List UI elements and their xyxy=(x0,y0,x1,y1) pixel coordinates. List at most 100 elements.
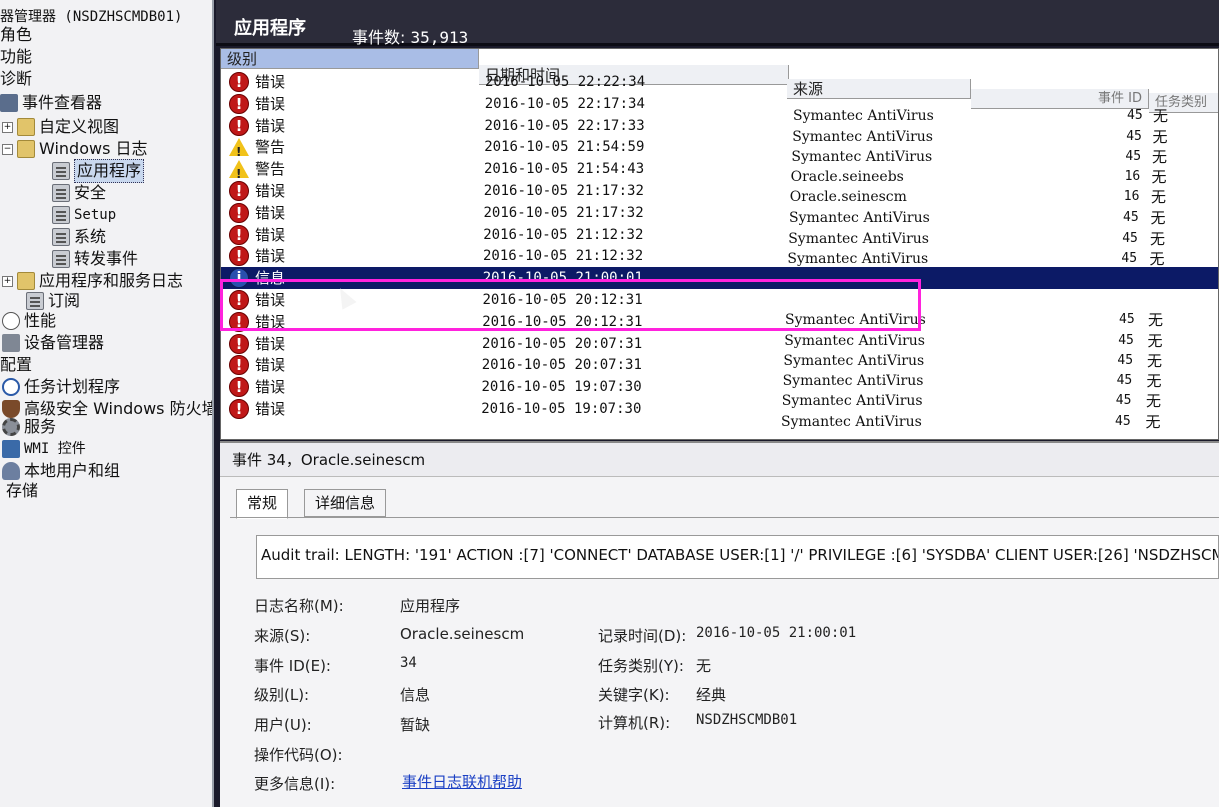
warning-icon xyxy=(229,160,249,185)
detail-title: 事件 34，Oracle.seinescm xyxy=(220,443,1219,477)
column-header-level[interactable]: 级别 xyxy=(221,49,479,69)
event-level-text: 警告 xyxy=(255,138,286,156)
tree-item-diagnostics[interactable]: 诊断 xyxy=(0,68,32,90)
log-name-label: 日志名称(M): xyxy=(254,597,344,615)
tree-item-device-manager[interactable]: 设备管理器 xyxy=(2,332,104,354)
event-row[interactable]: 错误2016-10-05 20:12:31Symantec AntiVirus4… xyxy=(221,311,1218,350)
tree-item-subscriptions[interactable]: 订阅 xyxy=(26,290,80,312)
log-icon xyxy=(52,206,70,224)
event-count-value: 35,913 xyxy=(410,28,469,47)
event-count: 事件数: 35,913 xyxy=(352,24,468,48)
error-icon xyxy=(229,311,249,333)
tree-item-features[interactable]: 功能 xyxy=(0,46,32,68)
tab-divider xyxy=(230,517,1219,518)
tab-details[interactable]: 详细信息 xyxy=(304,489,387,517)
level-value: 信息 xyxy=(400,686,431,704)
event-datetime: 2016-10-05 20:12:31 xyxy=(482,314,643,330)
tree-item-wmi-control[interactable]: WMI 控件 xyxy=(2,438,86,460)
error-icon xyxy=(229,333,249,355)
event-row[interactable]: 警告2016-10-05 21:54:43Oracle.seinescm16无 xyxy=(221,158,1218,206)
event-level-text: 信息 xyxy=(255,269,286,287)
event-level-text: 错误 xyxy=(255,117,286,135)
error-icon xyxy=(229,224,249,246)
tree-item-event-viewer[interactable]: 事件查看器 xyxy=(0,92,102,114)
folder-icon xyxy=(17,118,35,136)
level-label: 级别(L): xyxy=(254,686,310,704)
tab-general[interactable]: 常规 xyxy=(236,489,289,519)
error-icon xyxy=(229,398,249,420)
tree-item-storage[interactable]: 存储 xyxy=(6,480,38,502)
event-log-help-link[interactable]: 事件日志联机帮助 xyxy=(402,771,522,792)
log-icon xyxy=(52,250,70,268)
event-source: Symantec AntiVirus xyxy=(781,414,922,430)
logged-value: 2016-10-05 21:00:01 xyxy=(696,625,857,641)
tree-item-label: 设备管理器 xyxy=(24,333,105,352)
expand-icon[interactable]: + xyxy=(2,121,13,133)
event-datetime: 2016-10-05 19:07:30 xyxy=(481,379,642,395)
event-level-cell: 错误 xyxy=(229,333,285,355)
event-datetime: 2016-10-05 22:17:33 xyxy=(484,118,645,134)
tree-item-local-users[interactable]: 本地用户和组 xyxy=(2,460,120,482)
expand-icon[interactable]: + xyxy=(2,275,13,287)
tree-item-custom-views[interactable]: + 自定义视图 xyxy=(2,116,119,138)
tree-item-label: 配置 xyxy=(0,355,33,374)
warning-icon xyxy=(229,138,249,163)
error-icon xyxy=(229,180,249,202)
event-level-cell: 错误 xyxy=(229,376,285,398)
event-datetime: 2016-10-05 21:12:32 xyxy=(483,227,644,243)
event-row[interactable]: 错误2016-10-05 22:22:34Symantec AntiVirus4… xyxy=(221,71,1218,125)
tree-item-windows-logs[interactable]: − Windows 日志 xyxy=(2,138,148,160)
tree-item-services[interactable]: 服务 xyxy=(2,416,56,438)
event-row[interactable]: 错误2016-10-05 21:12:32Symantec AntiVirus4… xyxy=(221,245,1218,288)
tree-item-label: Setup xyxy=(74,207,117,223)
tree-item-roles[interactable]: 角色 xyxy=(0,24,32,46)
event-task-category: 无 xyxy=(1145,413,1161,431)
event-description[interactable]: Audit trail: LENGTH: '191' ACTION :[7] '… xyxy=(256,535,1219,579)
event-row[interactable]: 错误2016-10-05 19:07:30Symantec AntiVirus4… xyxy=(221,398,1218,431)
event-row[interactable]: 错误2016-10-05 20:07:31Symantec AntiVirus4… xyxy=(221,354,1218,390)
event-level-text: 警告 xyxy=(255,160,286,178)
error-icon xyxy=(229,354,249,376)
event-row[interactable]: 错误2016-10-05 19:07:30Symantec AntiVirus4… xyxy=(221,376,1218,410)
tree-item-task-scheduler[interactable]: 任务计划程序 xyxy=(2,376,120,398)
event-datetime: 2016-10-05 21:54:43 xyxy=(484,161,645,177)
tree-item-application[interactable]: 应用程序 xyxy=(52,159,145,183)
event-row[interactable]: 错误2016-10-05 21:17:32Symantec AntiVirus4… xyxy=(221,180,1218,227)
event-id: 45 xyxy=(1115,414,1131,429)
tree-item-label: 自定义视图 xyxy=(39,117,120,136)
event-level-cell: 错误 xyxy=(229,245,285,267)
event-row[interactable]: 错误2016-10-05 21:12:32Symantec AntiVirus4… xyxy=(221,224,1218,268)
event-level-text: 错误 xyxy=(255,73,286,91)
tree-item-system[interactable]: 系统 xyxy=(52,226,106,248)
error-icon xyxy=(229,289,249,311)
tree-item-forwarded-events[interactable]: 转发事件 xyxy=(52,248,138,270)
computer-value: NSDZHSCMDB01 xyxy=(696,712,798,728)
event-level-text: 错误 xyxy=(255,313,286,331)
event-row[interactable]: 错误2016-10-05 22:17:33Symantec AntiVirus4… xyxy=(221,115,1218,166)
event-row[interactable]: 错误2016-10-05 22:17:34Symantec AntiVirus4… xyxy=(221,93,1218,146)
event-level-cell: 错误 xyxy=(229,71,285,93)
performance-icon xyxy=(2,312,20,330)
event-level-text: 错误 xyxy=(255,378,286,396)
tree-item-performance[interactable]: 性能 xyxy=(2,310,56,332)
event-level-cell: 错误 xyxy=(229,311,285,333)
error-icon xyxy=(229,245,249,267)
event-row[interactable]: 错误2016-10-05 20:12:31Symantec AntiVirus4… xyxy=(221,289,1218,329)
tree-item-setup[interactable]: Setup xyxy=(52,204,116,226)
tree-item-configuration[interactable]: 配置 xyxy=(0,354,32,376)
event-row[interactable]: 错误2016-10-05 20:07:31Symantec AntiVirus4… xyxy=(221,333,1218,370)
event-row[interactable]: 错误2016-10-05 21:17:32Symantec AntiVirus4… xyxy=(221,202,1218,248)
event-row-selected[interactable]: 信息2016-10-05 21:00:01Oracle.seinescm34无 xyxy=(221,267,1218,308)
event-level-cell: 错误 xyxy=(229,289,285,311)
wmi-icon xyxy=(2,440,20,458)
tree-item-app-service-logs[interactable]: + 应用程序和服务日志 xyxy=(2,270,183,292)
event-level-cell: 错误 xyxy=(229,354,285,376)
event-row[interactable]: 警告2016-10-05 21:54:59Oracle.seineebs16无 xyxy=(221,136,1218,186)
event-level-cell: 错误 xyxy=(229,224,285,246)
collapse-icon[interactable]: − xyxy=(2,143,13,155)
tree-item-security[interactable]: 安全 xyxy=(52,182,106,204)
event-level-text: 错误 xyxy=(255,335,286,353)
event-datetime: 2016-10-05 22:17:34 xyxy=(484,96,645,112)
event-level-text: 错误 xyxy=(255,95,286,113)
page-title: 应用程序 xyxy=(234,18,306,39)
